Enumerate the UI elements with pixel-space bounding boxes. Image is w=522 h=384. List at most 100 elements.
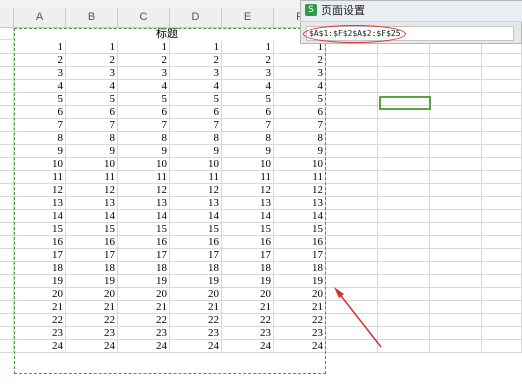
table-cell[interactable]: 9 [274, 145, 326, 158]
table-cell[interactable]: 11 [66, 171, 118, 184]
table-cell[interactable]: 11 [170, 171, 222, 184]
table-cell[interactable]: 11 [222, 171, 274, 184]
column-header-c[interactable]: C [118, 8, 170, 27]
table-cell[interactable]: 13 [222, 197, 274, 210]
empty-cell[interactable] [326, 275, 378, 288]
empty-cell[interactable] [482, 93, 522, 106]
table-cell[interactable]: 3 [170, 67, 222, 80]
table-cell[interactable]: 23 [14, 327, 66, 340]
row-gutter[interactable] [0, 327, 14, 340]
row-gutter[interactable] [0, 132, 14, 145]
table-cell[interactable]: 13 [14, 197, 66, 210]
table-cell[interactable]: 9 [14, 145, 66, 158]
table-cell[interactable]: 6 [14, 106, 66, 119]
table-cell[interactable]: 22 [222, 314, 274, 327]
table-cell[interactable]: 15 [66, 223, 118, 236]
table-cell[interactable]: 10 [14, 158, 66, 171]
row-gutter[interactable] [0, 288, 14, 301]
empty-cell[interactable] [482, 249, 522, 262]
row-gutter[interactable] [0, 119, 14, 132]
empty-cell[interactable] [378, 223, 430, 236]
empty-cell[interactable] [482, 106, 522, 119]
table-cell[interactable]: 18 [170, 262, 222, 275]
empty-cell[interactable] [378, 145, 430, 158]
empty-cell[interactable] [430, 262, 482, 275]
table-cell[interactable]: 17 [222, 249, 274, 262]
empty-cell[interactable] [430, 197, 482, 210]
table-cell[interactable]: 14 [170, 210, 222, 223]
empty-cell[interactable] [378, 236, 430, 249]
table-cell[interactable]: 15 [118, 223, 170, 236]
table-cell[interactable]: 22 [274, 314, 326, 327]
row-gutter[interactable] [0, 171, 14, 184]
table-cell[interactable]: 12 [66, 184, 118, 197]
empty-cell[interactable] [326, 262, 378, 275]
table-cell[interactable]: 16 [274, 236, 326, 249]
table-cell[interactable]: 16 [170, 236, 222, 249]
empty-cell[interactable] [482, 327, 522, 340]
table-cell[interactable]: 19 [118, 275, 170, 288]
empty-cell[interactable] [326, 145, 378, 158]
empty-cell[interactable] [482, 158, 522, 171]
table-cell[interactable]: 3 [222, 67, 274, 80]
empty-cell[interactable] [430, 119, 482, 132]
cell-grid[interactable]: 标题 1 1 1 1 1 1 2 2 2 2 2 2 3 3 3 3 3 3 4 4 4 4 4 4 5 5 5 5 5 5 6 6 6 6 6 6 7 7… [0, 27, 522, 384]
table-cell[interactable]: 3 [274, 67, 326, 80]
table-cell[interactable]: 5 [222, 93, 274, 106]
column-header-d[interactable]: D [170, 8, 222, 27]
table-cell[interactable]: 21 [222, 301, 274, 314]
table-cell[interactable]: 4 [222, 80, 274, 93]
table-cell[interactable]: 14 [222, 210, 274, 223]
empty-cell[interactable] [378, 210, 430, 223]
empty-cell[interactable] [326, 288, 378, 301]
empty-cell[interactable] [430, 184, 482, 197]
empty-cell[interactable] [482, 262, 522, 275]
table-cell[interactable]: 24 [118, 340, 170, 353]
empty-cell[interactable] [482, 80, 522, 93]
empty-cell[interactable] [482, 197, 522, 210]
table-cell[interactable]: 16 [118, 236, 170, 249]
empty-cell[interactable] [378, 249, 430, 262]
table-cell[interactable]: 8 [274, 132, 326, 145]
table-cell[interactable]: 19 [274, 275, 326, 288]
empty-cell[interactable] [378, 314, 430, 327]
table-cell[interactable]: 7 [222, 119, 274, 132]
empty-cell[interactable] [378, 327, 430, 340]
empty-cell[interactable] [482, 340, 522, 353]
table-cell[interactable]: 5 [274, 93, 326, 106]
table-cell[interactable]: 10 [170, 158, 222, 171]
empty-cell[interactable] [430, 93, 482, 106]
empty-cell[interactable] [482, 236, 522, 249]
table-cell[interactable]: 7 [66, 119, 118, 132]
empty-cell[interactable] [326, 236, 378, 249]
table-cell[interactable]: 8 [66, 132, 118, 145]
row-gutter[interactable] [0, 223, 14, 236]
table-cell[interactable]: 3 [66, 67, 118, 80]
empty-cell[interactable] [326, 132, 378, 145]
empty-cell[interactable] [430, 54, 482, 67]
table-cell[interactable]: 12 [274, 184, 326, 197]
empty-cell[interactable] [326, 223, 378, 236]
table-cell[interactable]: 10 [118, 158, 170, 171]
empty-cell[interactable] [482, 132, 522, 145]
table-cell[interactable]: 19 [66, 275, 118, 288]
column-header-a[interactable]: A [14, 8, 66, 27]
table-cell[interactable]: 9 [170, 145, 222, 158]
table-cell[interactable]: 16 [222, 236, 274, 249]
table-cell[interactable]: 10 [274, 158, 326, 171]
table-cell[interactable]: 13 [170, 197, 222, 210]
table-cell[interactable]: 15 [222, 223, 274, 236]
row-gutter[interactable] [0, 106, 14, 119]
table-cell[interactable]: 12 [222, 184, 274, 197]
table-cell[interactable]: 23 [170, 327, 222, 340]
table-cell[interactable]: 11 [14, 171, 66, 184]
table-cell[interactable]: 22 [14, 314, 66, 327]
table-cell[interactable]: 3 [118, 67, 170, 80]
table-cell[interactable]: 18 [14, 262, 66, 275]
empty-cell[interactable] [430, 67, 482, 80]
table-cell[interactable]: 1 [222, 41, 274, 54]
empty-cell[interactable] [430, 223, 482, 236]
table-cell[interactable]: 22 [170, 314, 222, 327]
table-cell[interactable]: 23 [118, 327, 170, 340]
empty-cell[interactable] [378, 119, 430, 132]
